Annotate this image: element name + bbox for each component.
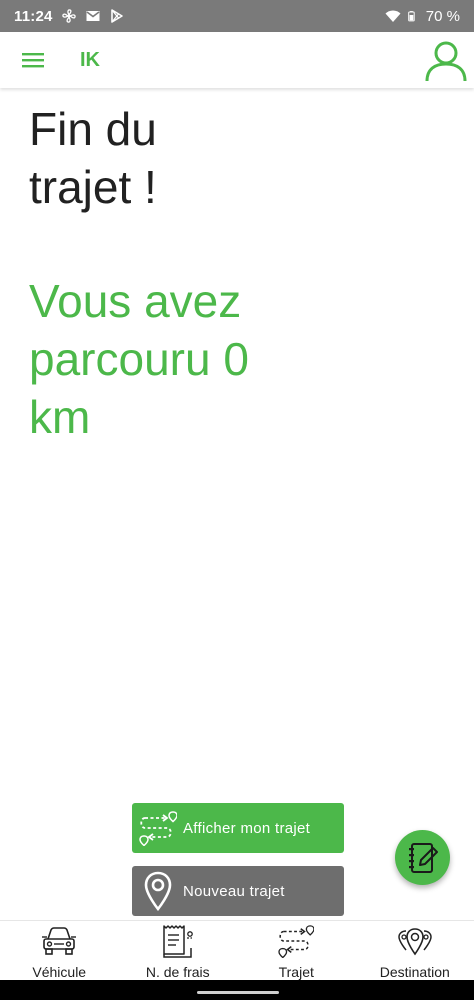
nav-item-vehicule[interactable]: Véhicule [0, 921, 119, 980]
home-gesture-handle[interactable] [197, 991, 279, 994]
profile-button[interactable] [424, 38, 468, 82]
app-title: IK [80, 48, 100, 71]
bottom-nav: Véhicule N. de frais Trajet Destination [0, 920, 474, 980]
receipt-icon [163, 925, 193, 958]
app-bar: IK [0, 32, 474, 88]
notebook-edit-icon [408, 842, 438, 873]
nav-label-frais: N. de frais [145, 964, 210, 980]
show-route-button[interactable]: Afficher mon trajet [132, 803, 344, 853]
user-profile-icon [425, 41, 467, 82]
status-bar: 11:24 70 % [0, 0, 474, 32]
status-right: 70 % [385, 8, 460, 25]
show-route-label: Afficher mon trajet [183, 819, 311, 837]
status-time: 11:24 [14, 7, 53, 25]
btn-route-icon-wrap [136, 806, 180, 850]
route-icon [278, 925, 315, 958]
main-content: Fin du trajet ! Vous avez parcouru 0 km [29, 100, 449, 446]
distance-result: Vous avez parcouru 0 km [29, 275, 249, 443]
page-title: Fin du trajet ! [29, 103, 157, 213]
status-left: 11:24 [14, 8, 125, 25]
nav-icon-wrap [41, 924, 77, 958]
nav-item-destination[interactable]: Destination [356, 921, 474, 980]
new-route-button[interactable]: Nouveau trajet [132, 866, 344, 916]
battery-icon [408, 11, 415, 22]
battery-level: 70 % [425, 7, 460, 25]
map-pin-icon [144, 871, 172, 911]
nav-icon-wrap [278, 924, 315, 958]
play-store-icon [110, 9, 123, 23]
nav-item-trajet[interactable]: Trajet [237, 921, 356, 980]
hamburger-menu-icon [22, 53, 44, 68]
mail-icon [86, 11, 100, 21]
destination-pins-icon [397, 928, 432, 956]
new-route-label: Nouveau trajet [183, 882, 285, 900]
nav-icon-wrap [397, 924, 433, 958]
nav-item-frais[interactable]: N. de frais [119, 921, 238, 980]
notes-fab[interactable] [395, 830, 450, 885]
menu-button[interactable] [16, 43, 50, 77]
system-nav-bar [0, 980, 474, 1000]
fan-icon [61, 9, 76, 23]
nav-label-destination: Destination [379, 964, 450, 980]
nav-label-trajet: Trajet [278, 964, 314, 980]
nav-icon-wrap [160, 924, 196, 958]
btn-pin-icon-wrap [136, 869, 180, 913]
car-icon [42, 927, 77, 955]
route-icon [139, 811, 177, 846]
wifi-icon [385, 10, 401, 22]
nav-label-vehicule: Véhicule [32, 964, 87, 980]
